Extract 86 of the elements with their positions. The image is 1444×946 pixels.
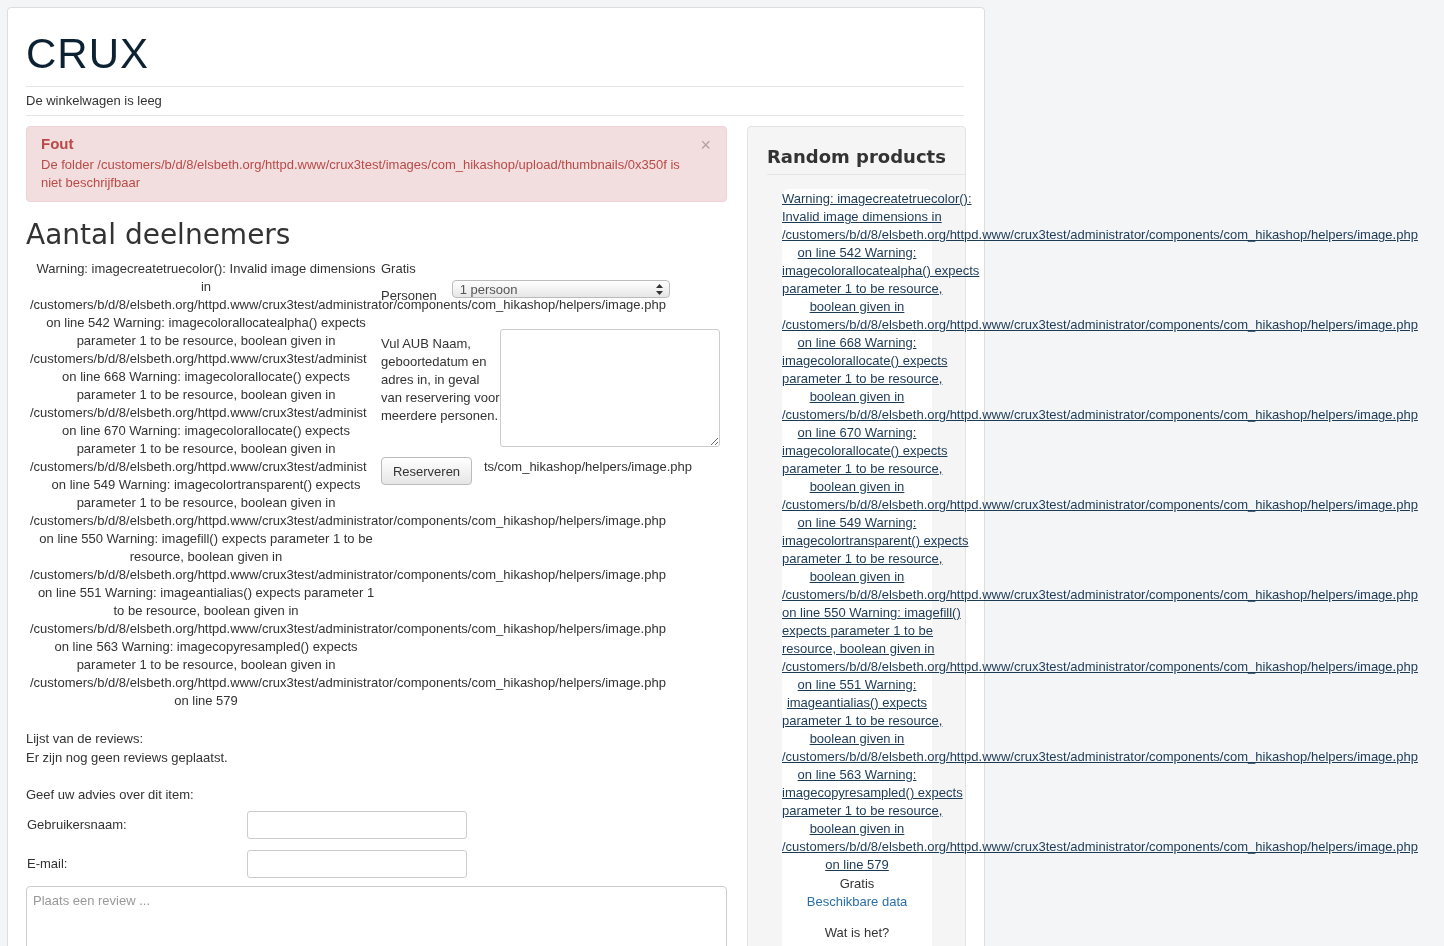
warning-link[interactable]: boolean given in bbox=[809, 479, 905, 494]
warning-text: /customers/b/d/8/elsbeth.org/httpd.www/crux3test/administ bbox=[30, 458, 367, 476]
warning-link[interactable]: imagecolorallocate() expects bbox=[782, 443, 948, 458]
alert-title: Fout bbox=[41, 134, 75, 154]
cart-status: De winkelwagen is leeg bbox=[26, 92, 163, 110]
warning-text: on line 670 Warning: imagecolorallocate() expects bbox=[62, 423, 350, 438]
price-text: Gratis bbox=[381, 261, 417, 277]
warning-link[interactable]: parameter 1 to be resource, bbox=[782, 461, 943, 476]
updown-icon bbox=[655, 283, 663, 295]
warning-text: parameter 1 to be resource, boolean given in bbox=[76, 495, 336, 510]
warning-link[interactable]: /customers/b/d/8/elsbeth.org/httpd.www/crux3test/administrator/components/com_hikashop/helpers/image.php bbox=[782, 317, 1418, 332]
warning-link[interactable]: boolean given in bbox=[809, 569, 905, 584]
warning-text: parameter 1 to be resource, boolean given in bbox=[76, 657, 336, 672]
warning-link[interactable]: expects parameter 1 to be bbox=[782, 623, 934, 638]
warning-link[interactable]: /customers/b/d/8/elsbeth.org/httpd.www/crux3test/administrator/components/com_hikashop/helpers/image.php bbox=[782, 497, 1418, 512]
warning-link[interactable]: on line 551 Warning: bbox=[797, 677, 917, 692]
persons-select[interactable]: 1 persoon bbox=[451, 280, 670, 298]
warning-text: /customers/b/d/8/elsbeth.org/httpd.www/crux3test/administrator/components/com_hikashop/helpers/image.php bbox=[30, 674, 666, 692]
warning-link[interactable]: /customers/b/d/8/elsbeth.org/httpd.www/crux3test/administrator/components/com_hikashop/helpers/image.php bbox=[782, 749, 1418, 764]
warning-text: /customers/b/d/8/elsbeth.org/httpd.www/crux3test/administ bbox=[30, 350, 367, 368]
warning-text: parameter 1 to be resource, boolean given in bbox=[76, 333, 336, 348]
warning-link[interactable]: on line 550 Warning: imagefill() bbox=[782, 605, 961, 620]
warning-link[interactable]: imageantialias() expects bbox=[786, 695, 928, 710]
warning-link[interactable]: imagecolorallocate() expects bbox=[782, 353, 948, 368]
warning-link[interactable]: parameter 1 to be resource, bbox=[782, 281, 943, 296]
warning-link[interactable]: parameter 1 to be resource, bbox=[782, 551, 943, 566]
warning-link[interactable]: Invalid image dimensions in bbox=[782, 209, 942, 224]
warning-link[interactable]: /customers/b/d/8/elsbeth.org/httpd.www/crux3test/administrator/components/com_hikashop/helpers/image.php bbox=[782, 839, 1418, 854]
warning-text: on line 549 Warning: imagecolortransparent() expects bbox=[51, 477, 361, 492]
warning-text: /customers/b/d/8/elsbeth.org/httpd.www/crux3test/administ bbox=[30, 404, 367, 422]
alert-message: De folder /customers/b/d/8/elsbeth.org/httpd.www/crux3test/images/com_hikashop/upload/thumbnails/0x350f is niet beschrijfbaar bbox=[41, 156, 681, 192]
sidebar-title: Random products bbox=[767, 145, 947, 169]
price-text: Gratis bbox=[838, 875, 876, 893]
warning-link[interactable]: parameter 1 to be resource, bbox=[782, 803, 943, 818]
warning-text: /customers/b/d/8/elsbeth.org/httpd.www/crux3test/administrator/components/com_hikashop/helpers/image.php bbox=[30, 566, 666, 584]
warning-link[interactable]: on line 579 bbox=[825, 857, 889, 872]
dates-link[interactable]: Beschikbare data bbox=[806, 893, 908, 911]
section-heading: Aantal deelnemers bbox=[26, 217, 292, 253]
warning-link[interactable]: parameter 1 to be resource, bbox=[782, 713, 943, 728]
warning-text: on line 542 Warning: imagecolorallocatealpha() expects bbox=[46, 315, 366, 330]
warning-link[interactable]: imagecolortransparent() expects bbox=[782, 533, 969, 548]
warning-text: parameter 1 to be resource, boolean given in bbox=[76, 387, 336, 402]
warning-text: ts/com_hikashop/helpers/image.php bbox=[483, 458, 692, 476]
warning-link[interactable]: parameter 1 to be resource, bbox=[782, 371, 943, 386]
warning-link[interactable]: on line 670 Warning: bbox=[797, 425, 917, 440]
warning-link[interactable]: Warning: imagecreatetruecolor(): bbox=[782, 191, 972, 206]
site-title[interactable]: CRUX bbox=[26, 8, 964, 86]
warning-text: /customers/b/d/8/elsbeth.org/httpd.www/crux3test/administrator/components/com_hikashop/helpers/image.php bbox=[30, 512, 666, 530]
review-prompt: Geef uw advies over dit item: bbox=[26, 786, 195, 804]
reserve-button[interactable]: Reserveren bbox=[381, 457, 472, 485]
warning-text: on line 550 Warning: imagefill() expects parameter 1 to be bbox=[39, 531, 373, 546]
warning-link[interactable]: /customers/b/d/8/elsbeth.org/httpd.www/crux3test/administrator/components/com_hikashop/helpers/image.php bbox=[782, 659, 1418, 674]
username-label: Gebruikersnaam: bbox=[26, 816, 128, 834]
warning-text: on line 668 Warning: imagecolorallocate() expects bbox=[62, 369, 350, 384]
warning-text: on line 551 Warning: imageantialias() expects parameter 1 bbox=[37, 585, 375, 600]
warning-link[interactable]: on line 563 Warning: bbox=[797, 767, 917, 782]
username-field[interactable] bbox=[247, 810, 467, 839]
warning-link[interactable]: resource, boolean given in bbox=[782, 641, 935, 656]
warning-text: Warning: imagecreatetruecolor(): Invalid image dimensions bbox=[36, 261, 376, 276]
reviews-empty-text: Er zijn nog geen reviews geplaatst. bbox=[26, 749, 229, 767]
review-field[interactable]: Plaats een review ... bbox=[26, 886, 727, 946]
warning-link[interactable]: /customers/b/d/8/elsbeth.org/httpd.www/crux3test/administrator/components/com_hikashop/helpers/image.php bbox=[782, 227, 1418, 242]
warning-link[interactable]: boolean given in bbox=[809, 389, 905, 404]
reservation-note: Vul AUB Naam, geboortedatum en adres in, in geval van reservering voor meerdere personen. bbox=[381, 335, 500, 425]
warning-text: parameter 1 to be resource, boolean given in bbox=[76, 441, 336, 456]
warning-text: resource, boolean given in bbox=[129, 549, 283, 564]
email-label: E-mail: bbox=[26, 855, 69, 873]
warning-text: in bbox=[200, 279, 212, 294]
warning-link[interactable]: /customers/b/d/8/elsbeth.org/httpd.www/crux3test/administrator/components/com_hikashop/helpers/image.php bbox=[782, 407, 1418, 422]
warning-text: on line 563 Warning: imagecopyresampled() expects bbox=[54, 639, 358, 654]
notes-field[interactable] bbox=[500, 329, 720, 447]
warning-link[interactable]: imagecolorallocatealpha() expects bbox=[782, 263, 980, 278]
email-field[interactable] bbox=[247, 849, 467, 878]
warning-link[interactable]: imagecopyresampled() expects bbox=[782, 785, 963, 800]
warning-link[interactable]: on line 668 Warning: bbox=[797, 335, 917, 350]
warning-link[interactable]: /customers/b/d/8/elsbeth.org/httpd.www/crux3test/administrator/components/com_hikashop/helpers/image.php bbox=[782, 587, 1418, 602]
warning-text: to be resource, boolean given in bbox=[113, 603, 299, 618]
warning-text: on line 579 bbox=[174, 693, 238, 708]
warning-link[interactable]: boolean given in bbox=[809, 299, 905, 314]
warning-link[interactable]: on line 549 Warning: bbox=[797, 515, 917, 530]
warning-text: /customers/b/d/8/elsbeth.org/httpd.www/crux3test/administrator/components/com_hikashop/helpers/image.php bbox=[30, 620, 666, 638]
warning-link[interactable]: boolean given in bbox=[809, 731, 905, 746]
reviews-label: Lijst van de reviews: bbox=[26, 730, 145, 748]
warning-link[interactable]: boolean given in bbox=[809, 821, 905, 836]
warning-link[interactable]: on line 542 Warning: bbox=[797, 245, 917, 260]
info-text: Wat is het? bbox=[823, 924, 891, 942]
